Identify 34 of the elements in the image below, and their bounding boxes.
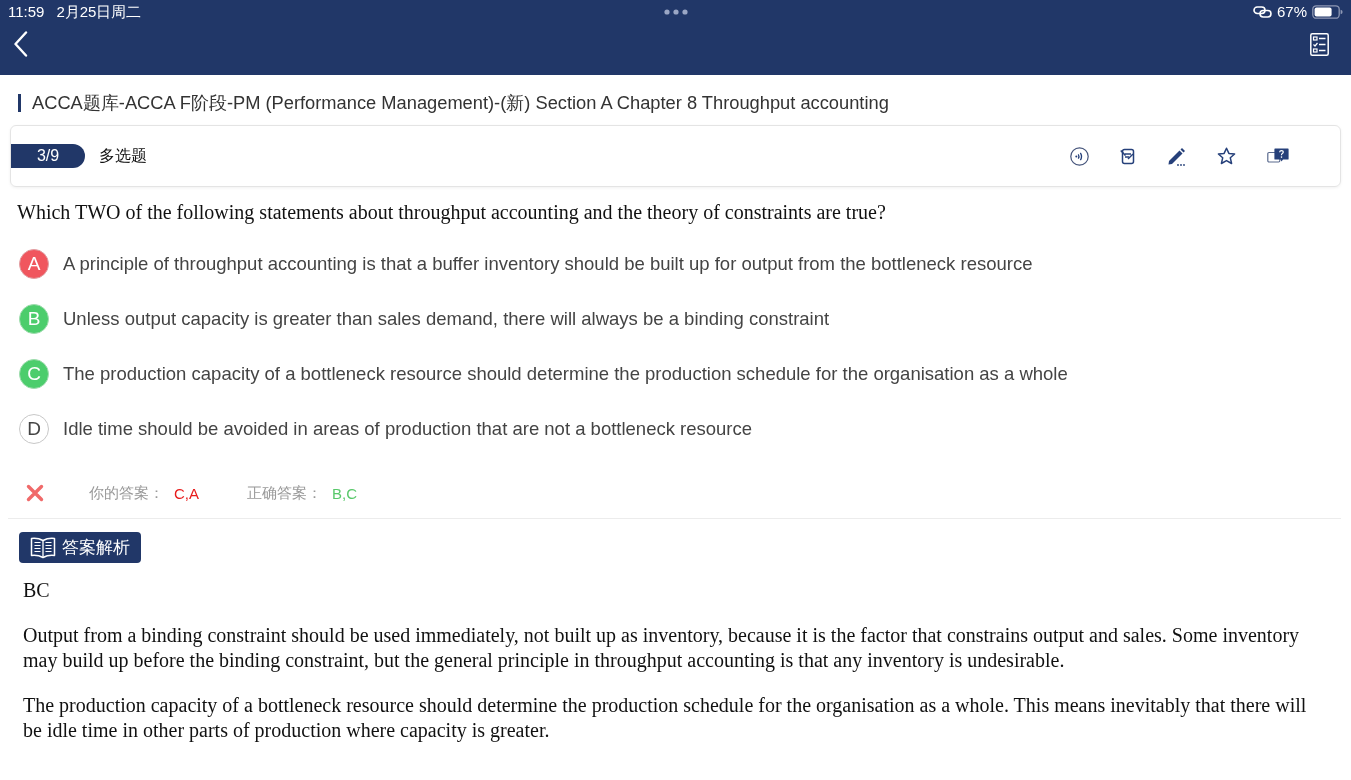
battery-icon [1312, 5, 1343, 19]
explanation-title: 答案解析 [62, 537, 130, 559]
star-icon[interactable] [1217, 147, 1236, 165]
correct-answer-value: B,C [332, 484, 358, 502]
question-text: Which TWO of the following statements about throughput accounting and the theory of constraints are true? [16, 200, 887, 224]
pencil-icon[interactable] [1167, 146, 1186, 166]
option-text: Idle time should be avoided in areas of production that are not a bottleneck resource [63, 417, 753, 440]
status-time: 11:59 [8, 3, 45, 21]
your-answer-value: C,A [174, 484, 199, 502]
battery-percent: 67% [1276, 3, 1307, 21]
question-type-label: 多选题 [99, 145, 147, 166]
checklist-icon[interactable] [1310, 32, 1329, 56]
question-chat-icon[interactable] [1267, 148, 1289, 164]
option-marker[interactable]: D [19, 413, 49, 444]
option-text: Unless output capacity is greater than sales demand, there will always be a binding constraint [63, 307, 830, 330]
your-answer-label: 你的答案： [89, 483, 164, 503]
option-marker[interactable]: C [19, 358, 49, 389]
breadcrumb-title: ACCA题库-ACCA F阶段-PM (Performance Management)-(新) Section A Chapter 8 Throughput accounting [18, 94, 889, 112]
option-text: A principle of throughput accounting is that a buffer inventory should be built up for output from the bottleneck resource [63, 252, 1033, 275]
link-icon [1252, 6, 1272, 18]
note-icon[interactable] [1120, 147, 1136, 165]
progress-badge: 3/9 [11, 144, 85, 168]
option-marker[interactable]: B [19, 303, 49, 334]
open-book-icon [30, 536, 56, 559]
audio-icon[interactable] [1070, 146, 1089, 166]
status-date: 2月25日周二 [56, 3, 142, 21]
back-icon[interactable] [13, 31, 28, 57]
more-dots-icon[interactable] [663, 9, 688, 15]
correct-answer-label: 正确答案： [247, 483, 322, 503]
explanation-paragraph: BC [23, 578, 51, 603]
option-marker[interactable]: A [19, 248, 49, 279]
explanation-paragraph: Output from a binding constraint should be used immediately, not built up as inventory, because it is the factor that constrains output and sales. Some inventory may build up before the binding constraint, but the general principle in throughput accounting is that any inventory is undesirable. [23, 623, 1301, 673]
explanation-paragraph: The production capacity of a bottleneck resource should determine the production schedule for the organisation as a whole. This means inevitably that there will be idle time in other parts of production where capacity is greater. [23, 693, 1308, 743]
option-text: The production capacity of a bottleneck resource should determine the production schedule for the organisation as a whole [63, 362, 1068, 385]
